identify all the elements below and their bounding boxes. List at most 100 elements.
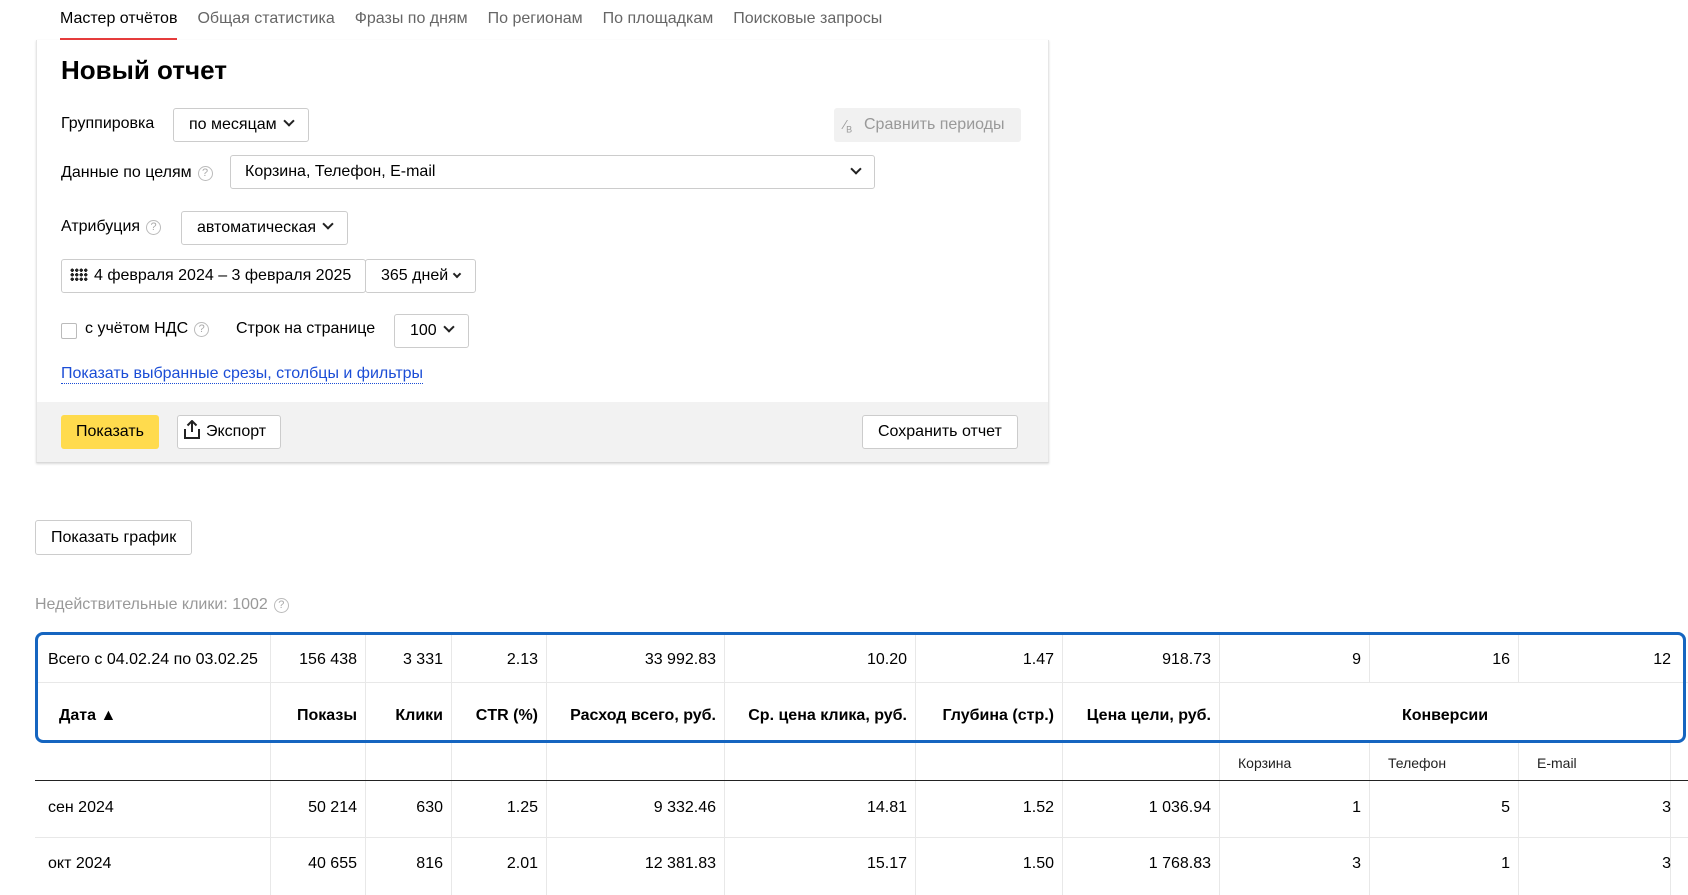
row-ctr: 1.25 [506, 799, 538, 816]
row-conv-cart: 1 [1352, 799, 1361, 816]
col-header-date[interactable]: Дата ▲ [59, 707, 116, 725]
date-range-picker[interactable]: 4 февраля 2024 – 3 февраля 2025 [61, 259, 367, 293]
row-conv-phone: 1 [1501, 855, 1510, 872]
help-icon[interactable]: ? [146, 220, 162, 235]
tab-platforms[interactable]: По площадкам [603, 0, 724, 40]
vat-label: с учётом НДС? [85, 320, 210, 338]
goals-value: Корзина, Телефон, E-mail [245, 163, 436, 180]
totals-conv-phone: 16 [1492, 651, 1510, 668]
totals-spend: 33 992.83 [644, 651, 716, 668]
row-goal-cost: 1 036.94 [1148, 799, 1211, 816]
attribution-value: автоматическая [197, 219, 317, 236]
export-button[interactable]: Экспорт [177, 415, 282, 452]
tab-search-queries[interactable]: Поисковые запросы [733, 0, 892, 40]
grouping-select[interactable]: по месяцам [173, 108, 309, 142]
row-impressions: 50 214 [308, 799, 357, 816]
totals-clicks: 3 331 [402, 651, 443, 668]
compare-periods-label: Сравнить периоды [864, 116, 1005, 133]
col-header-avg-cpc[interactable]: Ср. цена клика, руб. [724, 707, 907, 725]
show-filters-link[interactable]: Показать выбранные срезы, столбцы и филь… [61, 365, 424, 384]
row-impressions: 40 655 [308, 855, 357, 872]
totals-impressions: 156 438 [299, 651, 357, 668]
chevron-down-icon [322, 218, 334, 230]
col-header-spend[interactable]: Расход всего, руб. [546, 707, 716, 725]
totals-avg-cpc: 10.20 [866, 651, 907, 668]
invalid-clicks: Недействительные клики: 1002? [35, 596, 289, 614]
rows-per-page-select[interactable]: 100 [394, 314, 469, 348]
report-settings-panel: Новый отчет Группировка по месяцам ⁄B Сра… [36, 40, 1049, 463]
compare-periods-button[interactable]: ⁄B Сравнить периоды [834, 108, 1021, 142]
row-depth: 1.52 [1022, 799, 1054, 816]
grouping-label: Группировка [61, 115, 155, 132]
subheader-phone[interactable]: Телефон [1388, 755, 1446, 771]
goals-select[interactable]: Корзина, Телефон, E-mail [230, 155, 875, 189]
tab-regions[interactable]: По регионам [488, 0, 593, 40]
page-title: Новый отчет [61, 55, 227, 85]
totals-header-highlight [35, 632, 1686, 743]
col-header-clicks[interactable]: Клики [365, 707, 443, 725]
tab-report-master[interactable]: Мастер отчётов [60, 0, 187, 40]
col-header-conversions[interactable]: Конверсии [1219, 707, 1671, 725]
save-report-button[interactable]: Сохранить отчет [862, 415, 1018, 449]
row-conv-email: 3 [1662, 799, 1671, 816]
row-avg-cpc: 14.81 [866, 799, 907, 816]
compare-icon: ⁄B [844, 117, 853, 135]
calendar-icon [70, 268, 88, 281]
col-header-ctr[interactable]: CTR (%) [451, 707, 538, 725]
goals-label-text: Данные по целям [61, 164, 192, 181]
show-chart-button[interactable]: Показать график [35, 520, 193, 555]
row-conv-email: 3 [1662, 855, 1671, 872]
attribution-label: Атрибуция? [61, 218, 162, 236]
panel-footer: Показать Экспорт Сохранить отчет [37, 402, 1048, 462]
row-spend: 12 381.83 [644, 855, 716, 872]
help-icon[interactable]: ? [197, 166, 213, 181]
totals-goal-cost: 918.73 [1162, 651, 1211, 668]
vat-label-text: с учётом НДС [85, 320, 189, 337]
row-clicks: 816 [416, 855, 443, 872]
date-range-value: 4 февраля 2024 – 3 февраля 2025 [94, 267, 352, 284]
row-depth: 1.50 [1022, 855, 1054, 872]
col-header-depth[interactable]: Глубина (стр.) [915, 707, 1054, 725]
tab-phrases-by-day[interactable]: Фразы по дням [355, 0, 478, 40]
row-divider [35, 837, 1688, 838]
row-ctr: 2.01 [506, 855, 538, 872]
row-date: окт 2024 [48, 855, 112, 872]
subheader-cart[interactable]: Корзина [1238, 755, 1291, 771]
chevron-down-icon [282, 115, 295, 127]
export-label: Экспорт [206, 423, 267, 440]
grouping-value: по месяцам [189, 116, 277, 133]
row-conv-phone: 5 [1501, 799, 1510, 816]
row-date: сен 2024 [48, 799, 114, 816]
totals-depth: 1.47 [1022, 651, 1054, 668]
help-icon[interactable]: ? [194, 322, 210, 337]
invalid-clicks-text: Недействительные клики: 1002 [35, 596, 268, 613]
report-tabs: Мастер отчётов Общая статистика Фразы по… [60, 0, 902, 40]
export-icon [184, 419, 200, 452]
totals-conv-email: 12 [1653, 651, 1671, 668]
row-spend: 9 332.46 [653, 799, 716, 816]
vat-checkbox[interactable] [61, 323, 77, 339]
totals-ctr: 2.13 [506, 651, 538, 668]
goals-label: Данные по целям? [61, 164, 213, 182]
row-conv-cart: 3 [1352, 855, 1361, 872]
show-button[interactable]: Показать [61, 415, 160, 449]
subheader-email[interactable]: E-mail [1537, 755, 1577, 771]
attribution-select[interactable]: автоматическая [181, 211, 349, 245]
totals-conv-cart: 9 [1352, 651, 1361, 668]
row-goal-cost: 1 768.83 [1148, 855, 1211, 872]
row-divider [35, 682, 1688, 683]
row-clicks: 630 [416, 799, 443, 816]
help-icon[interactable]: ? [273, 598, 289, 613]
attribution-label-text: Атрибуция [61, 218, 141, 235]
rows-per-page-label: Строк на странице [236, 320, 376, 337]
row-avg-cpc: 15.17 [866, 855, 907, 872]
col-header-impressions[interactable]: Показы [270, 707, 357, 725]
header-bottom-line [35, 780, 1688, 781]
tab-general-stats[interactable]: Общая статистика [197, 0, 344, 40]
days-select[interactable]: 365 дней [365, 259, 477, 293]
chevron-down-icon [452, 269, 462, 279]
rows-per-page-value: 100 [410, 322, 437, 339]
chevron-down-icon [850, 163, 862, 175]
days-value: 365 дней [381, 267, 449, 284]
col-header-goal-cost[interactable]: Цена цели, руб. [1062, 707, 1211, 725]
